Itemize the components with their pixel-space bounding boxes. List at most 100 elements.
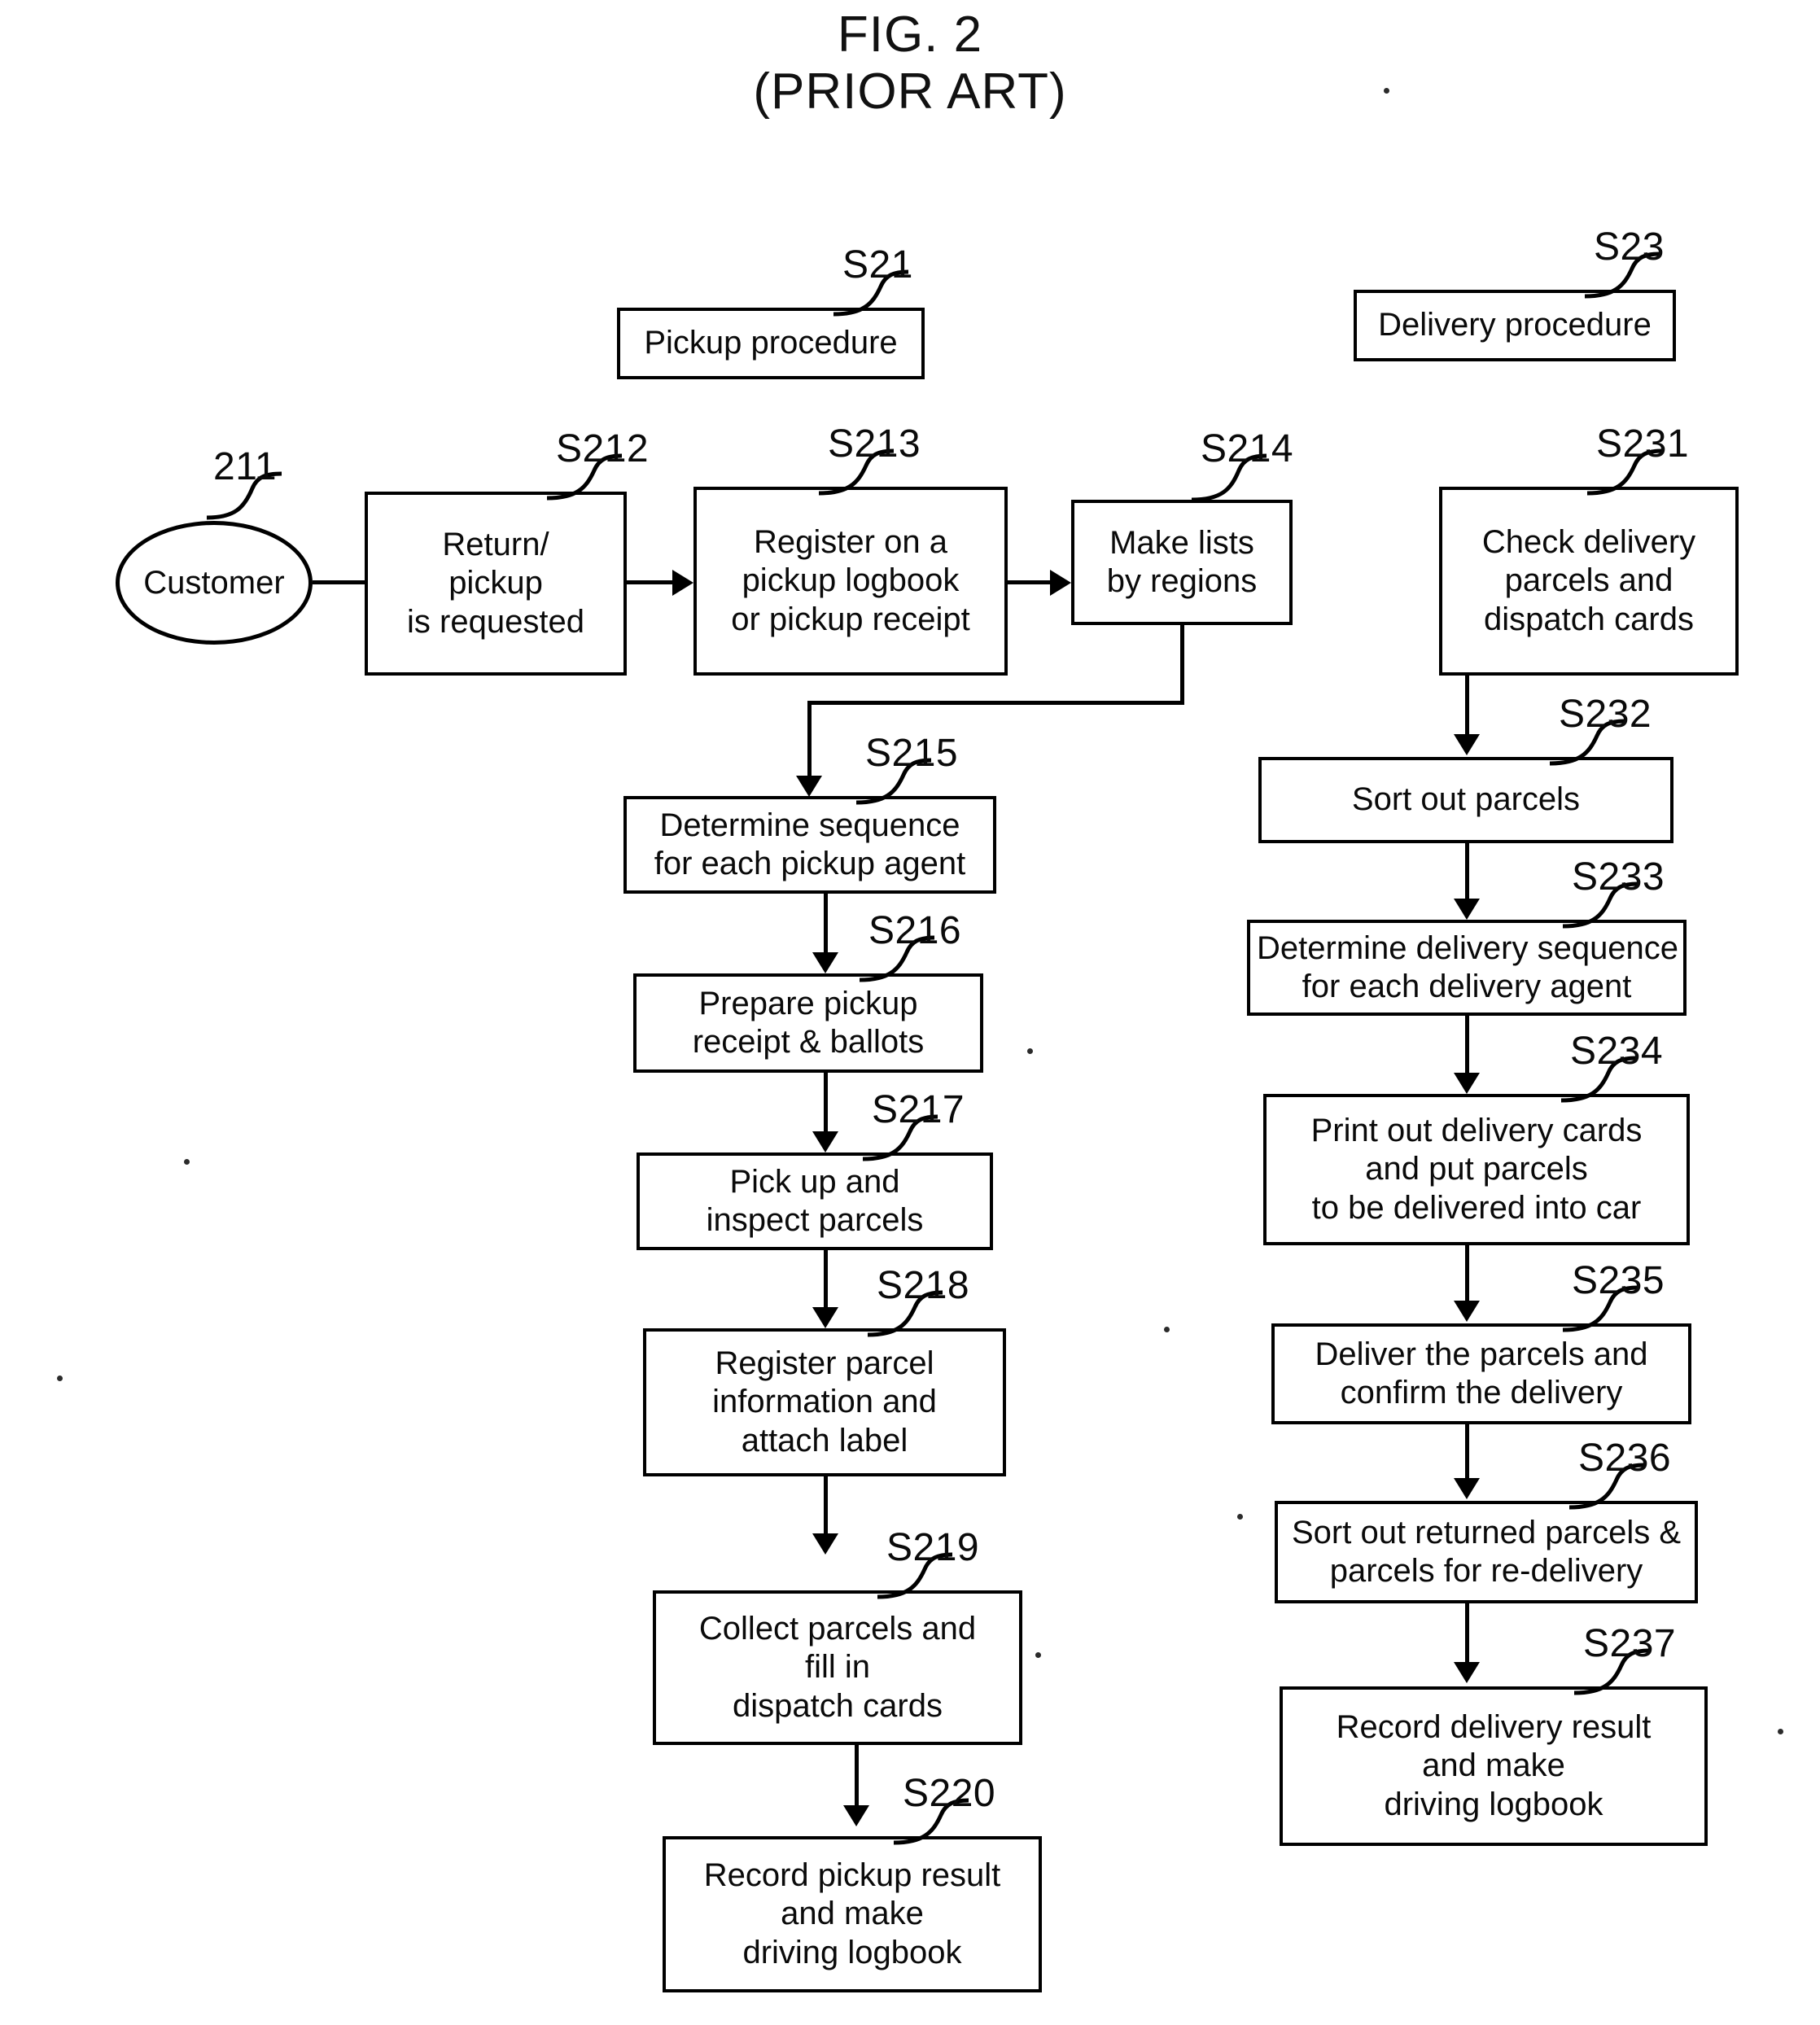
edge-s213-to-s214	[1008, 580, 1050, 584]
node-pickup-procedure-line1: Pickup procedure	[644, 325, 898, 361]
edge-s214-to-s215-seg-left	[807, 701, 1184, 705]
edge-s231-to-s232-arrowhead	[1454, 734, 1480, 755]
node-s219: Collect parcels and fill in dispatch car…	[653, 1590, 1022, 1745]
node-s216: Prepare pickup receipt & ballots	[633, 973, 983, 1073]
node-pickup-procedure: Pickup procedure	[617, 308, 925, 379]
node-customer: Customer	[116, 521, 313, 645]
ref-tag-s237: S237	[1583, 1622, 1677, 1665]
node-s220: Record pickup result and make driving lo…	[663, 1836, 1042, 1992]
edge-s217-to-s218-arrowhead	[812, 1307, 838, 1328]
ref-tag-s232: S232	[1559, 693, 1652, 736]
node-s219-line3: dispatch cards	[733, 1687, 943, 1724]
node-s218: Register parcel information and attach l…	[643, 1328, 1006, 1476]
node-s237-line2: and make	[1422, 1747, 1565, 1784]
node-s237: Record delivery result and make driving …	[1280, 1686, 1708, 1846]
node-s236-line1: Sort out returned parcels &	[1291, 1514, 1682, 1550]
node-s213: Register on a pickup logbook or pickup r…	[693, 487, 1008, 676]
node-s235-line1: Deliver the parcels and	[1315, 1336, 1648, 1372]
node-s217-line1: Pick up and	[729, 1163, 900, 1200]
node-s217-line2: inspect parcels	[706, 1202, 924, 1238]
node-s212-line1: Return/	[442, 527, 549, 563]
node-s215: Determine sequence for each pickup agent	[623, 796, 996, 894]
node-s216-line2: receipt & ballots	[692, 1024, 925, 1060]
node-s220-line1: Record pickup result	[703, 1857, 1001, 1894]
node-s234-line1: Print out delivery cards	[1310, 1113, 1643, 1149]
node-s220-line3: driving logbook	[742, 1934, 962, 1970]
node-s231-line3: dispatch cards	[1484, 601, 1694, 637]
node-s235: Deliver the parcels and confirm the deli…	[1271, 1323, 1691, 1424]
ref-tag-s23: S23	[1594, 225, 1665, 269]
edge-customer-to-s212	[313, 580, 365, 584]
node-s214-line2: by regions	[1106, 563, 1258, 599]
ref-tag-s213: S213	[828, 422, 921, 466]
node-s234: Print out delivery cards and put parcels…	[1263, 1094, 1690, 1245]
edge-s214-to-s215-seg-drop	[807, 701, 812, 776]
node-s216-line1: Prepare pickup	[698, 985, 918, 1021]
edge-s235-to-s236-arrowhead	[1454, 1478, 1480, 1499]
scan-speck	[184, 1159, 190, 1165]
node-s232: Sort out parcels	[1258, 757, 1673, 843]
node-s220-line2: and make	[781, 1896, 924, 1932]
node-s213-line3: or pickup receipt	[731, 601, 970, 637]
ref-tag-s233: S233	[1572, 855, 1665, 899]
scan-speck	[1164, 1327, 1170, 1332]
node-s214-line1: Make lists	[1109, 524, 1254, 561]
node-s233-line2: for each delivery agent	[1302, 969, 1632, 1004]
node-delivery-procedure: Delivery procedure	[1354, 290, 1676, 361]
ref-tag-s218: S218	[877, 1264, 970, 1307]
ref-tag-s236: S236	[1578, 1437, 1672, 1480]
node-s213-line2: pickup logbook	[742, 562, 960, 599]
ref-tag-s234: S234	[1570, 1030, 1664, 1073]
figure-canvas: FIG. 2 (PRIOR ART) Pickup procedure S21 …	[0, 0, 1820, 2025]
edge-s214-to-s215-seg-down	[1180, 625, 1184, 705]
node-s234-line3: to be delivered into car	[1311, 1189, 1642, 1226]
edge-s236-to-s237-arrowhead	[1454, 1662, 1480, 1683]
figure-number: FIG. 2	[837, 7, 983, 63]
edge-s215-to-s216-arrowhead	[812, 952, 838, 973]
ref-tag-s214: S214	[1201, 427, 1294, 470]
ref-tag-211: 211	[213, 445, 278, 488]
node-s218-line3: attach label	[741, 1422, 908, 1459]
edge-s212-to-s213	[627, 580, 672, 584]
ref-tag-s220: S220	[903, 1772, 996, 1815]
node-s236-line2: parcels for re-delivery	[1329, 1553, 1643, 1589]
node-s231-line1: Check delivery	[1481, 524, 1696, 561]
scan-speck	[1384, 88, 1389, 94]
node-s213-line1: Register on a	[754, 524, 947, 561]
node-s233: Determine delivery sequence for each del…	[1247, 920, 1687, 1016]
node-s212: Return/ pickup is requested	[365, 492, 627, 676]
node-s235-line2: confirm the delivery	[1340, 1375, 1623, 1411]
node-s219-line1: Collect parcels and	[698, 1611, 977, 1647]
ref-tag-s231: S231	[1596, 422, 1690, 466]
node-s218-line1: Register parcel	[715, 1345, 934, 1382]
edge-s216-to-s217-arrowhead	[812, 1131, 838, 1152]
ref-tag-s212: S212	[556, 427, 650, 470]
ref-tag-s215: S215	[865, 732, 959, 775]
node-s234-line2: and put parcels	[1365, 1151, 1588, 1187]
edge-s219-to-s220-arrowhead	[843, 1805, 869, 1826]
node-s218-line2: information and	[712, 1384, 937, 1420]
ref-tag-s219: S219	[886, 1526, 980, 1569]
node-s237-line3: driving logbook	[1384, 1786, 1603, 1822]
node-customer-label: Customer	[143, 564, 285, 601]
edge-s212-to-s213-arrowhead	[672, 570, 693, 596]
prior-art-label: (PRIOR ART)	[753, 63, 1067, 120]
edge-s234-to-s235-arrowhead	[1454, 1301, 1480, 1322]
node-s214: Make lists by regions	[1071, 500, 1293, 625]
scan-speck	[1778, 1729, 1783, 1734]
ref-tag-s21: S21	[842, 243, 913, 286]
node-s215-line2: for each pickup agent	[654, 846, 966, 881]
node-s217: Pick up and inspect parcels	[637, 1152, 993, 1250]
ref-tag-s235: S235	[1572, 1259, 1665, 1302]
node-s219-line2: fill in	[804, 1649, 871, 1686]
scan-speck	[1237, 1514, 1243, 1520]
edge-s214-to-s215-arrowhead	[796, 776, 822, 797]
edge-s232-to-s233-arrowhead	[1454, 899, 1480, 920]
edge-s213-to-s214-arrowhead	[1050, 570, 1071, 596]
scan-speck	[1035, 1652, 1041, 1658]
node-s231: Check delivery parcels and dispatch card…	[1439, 487, 1739, 676]
node-s232-line1: Sort out parcels	[1351, 781, 1581, 818]
scan-speck	[1027, 1048, 1033, 1054]
ref-tag-s217: S217	[872, 1088, 965, 1131]
node-s215-line1: Determine sequence	[659, 807, 960, 843]
